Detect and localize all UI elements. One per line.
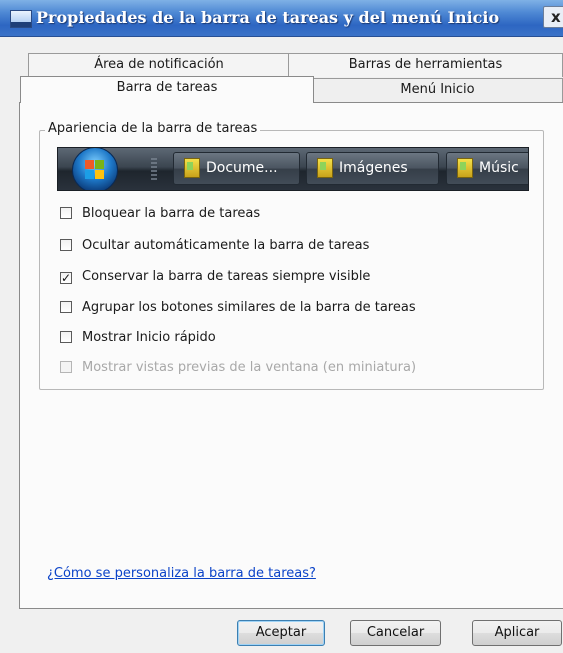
option-vistas-previas: Mostrar vistas previas de la ventana (en… (60, 360, 416, 378)
checkbox-disabled (60, 361, 72, 373)
option-inicio-rapido[interactable]: Mostrar Inicio rápido (60, 330, 216, 348)
checkbox[interactable] (60, 239, 72, 251)
checkbox[interactable] (60, 301, 72, 313)
option-ocultar[interactable]: Ocultar automáticamente la barra de tare… (60, 238, 369, 256)
title-bar[interactable]: Propiedades de la barra de tareas y del … (0, 0, 563, 37)
folder-icon (184, 158, 200, 178)
tab-area-de-notificacion[interactable]: Área de notificación (28, 53, 290, 77)
apply-button[interactable]: Aplicar (472, 620, 562, 646)
taskbar-grip (151, 158, 157, 180)
taskbar-preview: Docume... Imágenes Músic (57, 147, 529, 191)
option-label: Ocultar automáticamente la barra de tare… (82, 238, 370, 253)
taskbar-button-documentos: Docume... (173, 152, 300, 185)
windows-orb-icon (72, 148, 118, 190)
taskbar-button-imagenes: Imágenes (306, 152, 439, 185)
taskbar-button-musica: Músic (446, 152, 528, 185)
checkbox[interactable] (60, 331, 72, 343)
cancel-button[interactable]: Cancelar (350, 620, 441, 646)
option-conservar[interactable]: ✓ Conservar la barra de tareas siempre vi… (60, 269, 370, 287)
folder-icon (457, 158, 473, 178)
option-agrupar[interactable]: Agrupar los botones similares de la barr… (60, 300, 416, 318)
help-link[interactable]: ¿Cómo se personaliza la barra de tareas? (47, 566, 316, 581)
tab-menu-inicio[interactable]: Menú Inicio (312, 78, 563, 102)
option-label: Mostrar Inicio rápido (82, 330, 216, 345)
windows-flag-icon (85, 160, 105, 180)
option-label: Agrupar los botones similares de la barr… (82, 300, 416, 315)
checkbox-checked[interactable]: ✓ (60, 272, 72, 284)
taskbar-button-label: Músic (479, 160, 519, 176)
appearance-group-label: Apariencia de la barra de tareas (45, 121, 261, 136)
option-bloquear[interactable]: Bloquear la barra de tareas (60, 206, 260, 224)
window-title: Propiedades de la barra de tareas y del … (36, 8, 500, 27)
taskbar-button-label: Imágenes (339, 160, 408, 176)
option-label: Mostrar vistas previas de la ventana (en… (82, 360, 417, 375)
option-label: Conservar la barra de tareas siempre vis… (82, 269, 371, 284)
taskbar-button-label: Docume... (206, 160, 278, 176)
tab-barras-de-herramientas[interactable]: Barras de herramientas (288, 53, 563, 77)
tab-barra-de-tareas[interactable]: Barra de tareas (20, 76, 314, 103)
option-label: Bloquear la barra de tareas (82, 206, 261, 221)
window-app-icon (10, 10, 32, 28)
close-button[interactable]: x (543, 6, 563, 28)
accept-button[interactable]: Aceptar (237, 620, 325, 646)
checkbox[interactable] (60, 207, 72, 219)
folder-icon (317, 158, 333, 178)
